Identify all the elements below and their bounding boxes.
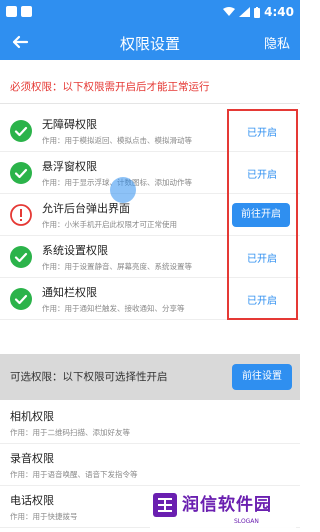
check-circle-icon	[10, 162, 32, 184]
permission-name: 录音权限	[10, 452, 54, 465]
page-title: 权限设置	[119, 35, 180, 53]
permission-name: 通知栏权限	[42, 286, 97, 299]
permission-desc: 作用：小米手机开启此权限才可正常使用	[42, 220, 177, 229]
permission-name: 悬浮窗权限	[42, 160, 97, 173]
permission-desc: 作用：用于语音唤醒、语音下发指令等	[10, 470, 138, 479]
required-permissions-header: 必须权限：以下权限需开启后才能正常运行	[0, 70, 300, 104]
permission-desc: 作用：用于通知栏触发、接收通知、分享等	[42, 304, 185, 313]
permission-name: 系统设置权限	[42, 244, 108, 257]
go-settings-button[interactable]: 前往设置	[232, 364, 292, 390]
warning-circle-icon	[10, 204, 32, 226]
watermark-text: 润信软件园	[182, 495, 272, 515]
check-circle-icon	[10, 246, 32, 268]
signal-icon	[239, 7, 251, 17]
watermark-slogan: SLOGAN	[234, 518, 259, 525]
app-bar: 权限设置 隐私	[0, 24, 300, 60]
highlight-box	[227, 109, 298, 320]
permission-name: 允许后台弹出界面	[42, 202, 130, 215]
status-bar: 4:40	[0, 0, 300, 24]
permission-desc: 作用：用于二维码扫描、添加好友等	[10, 428, 130, 437]
check-circle-icon	[10, 288, 32, 310]
permission-name: 电话权限	[10, 494, 54, 507]
permission-row-microphone[interactable]: 录音权限 作用：用于语音唤醒、语音下发指令等	[0, 444, 300, 486]
permission-desc: 作用：用于快捷拨号	[10, 512, 78, 521]
status-time: 4:40	[264, 5, 294, 19]
privacy-button[interactable]: 隐私	[264, 33, 290, 52]
watermark-logo-icon	[153, 493, 177, 517]
notification-icon	[6, 6, 17, 17]
check-circle-icon	[10, 120, 32, 142]
watermark: 润信软件园 SLOGAN	[150, 486, 296, 530]
permission-desc: 作用：用于设置静音、屏幕亮度、系统设置等	[42, 262, 192, 271]
battery-icon	[254, 6, 261, 18]
permission-name: 相机权限	[10, 410, 54, 423]
permission-row-camera[interactable]: 相机权限 作用：用于二维码扫描、添加好友等	[0, 402, 300, 444]
required-permissions-label: 必须权限：以下权限需开启后才能正常运行	[10, 81, 210, 93]
touch-indicator	[110, 177, 136, 203]
permission-name: 无障碍权限	[42, 118, 97, 131]
optional-permissions-header: 可选权限：以下权限可选择性开启 前往设置	[0, 354, 300, 400]
optional-permissions-label: 可选权限：以下权限可选择性开启	[10, 371, 168, 383]
notification-icon	[21, 6, 32, 17]
wifi-icon	[223, 7, 236, 16]
permission-desc: 作用：用于模拟返回、模拟点击、模拟滑动等	[42, 136, 192, 145]
